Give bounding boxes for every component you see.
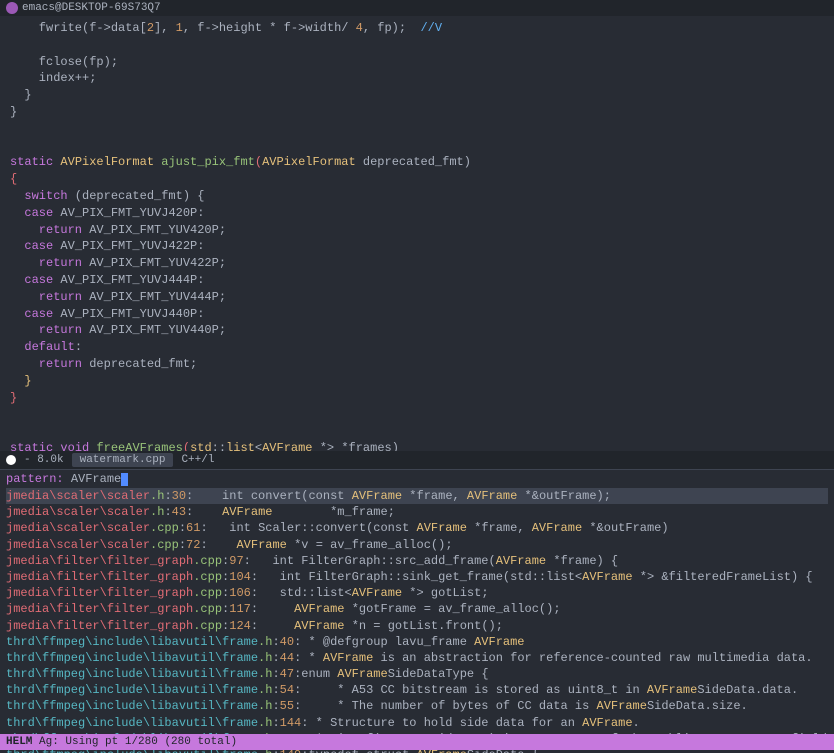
result-row[interactable]: jmedia\filter\filter_graph.cpp:117: AVFr… <box>6 601 828 617</box>
result-row[interactable]: thrd\ffmpeg\include\libavutil\frame.h:47… <box>6 666 828 682</box>
result-row[interactable]: jmedia\filter\filter_graph.cpp:97: int F… <box>6 553 828 569</box>
result-position: 1/280 (280 total) <box>125 736 237 748</box>
buffer-status-icon <box>6 455 16 465</box>
editor-area[interactable]: fwrite(f->data[2], 1, f->height * f->wid… <box>0 16 834 451</box>
filename-tab[interactable]: watermark.cpp <box>72 453 174 467</box>
results-list[interactable]: jmedia\scaler\scaler.h:30: int convert(c… <box>0 488 834 753</box>
result-row[interactable]: jmedia\filter\filter_graph.cpp:106: std:… <box>6 585 828 601</box>
titlebar: emacs@DESKTOP-69S73Q7 <box>0 0 834 16</box>
result-row[interactable]: jmedia\filter\filter_graph.cpp:124: AVFr… <box>6 618 828 634</box>
emacs-icon <box>6 2 18 14</box>
result-row[interactable]: thrd\ffmpeg\include\libavutil\frame.h:40… <box>6 634 828 650</box>
helm-search-panel: pattern: AVFrame jmedia\scaler\scaler.h:… <box>0 470 834 753</box>
pattern-prompt: pattern: AVFrame <box>0 470 834 488</box>
result-row[interactable]: thrd\ffmpeg\include\libavutil\frame.h:54… <box>6 682 828 698</box>
result-row[interactable]: jmedia\filter\filter_graph.cpp:104: int … <box>6 569 828 585</box>
result-row[interactable]: jmedia\scaler\scaler.cpp:72: AVFrame *v … <box>6 537 828 553</box>
result-row[interactable]: thrd\ffmpeg\include\libavutil\frame.h:55… <box>6 698 828 714</box>
helm-label: HELM <box>6 736 32 748</box>
file-size: - 8.0k <box>24 454 64 466</box>
helm-mode: Ag: Using pt <box>39 736 118 748</box>
result-row[interactable]: jmedia\scaler\scaler.h:30: int convert(c… <box>6 488 828 504</box>
cursor-icon <box>121 473 128 486</box>
result-row[interactable]: jmedia\scaler\scaler.cpp:61: int Scaler:… <box>6 520 828 536</box>
major-mode: C++/l <box>181 454 214 466</box>
result-row[interactable]: thrd\ffmpeg\include\libavutil\frame.h:44… <box>6 650 828 666</box>
result-row[interactable]: jmedia\scaler\scaler.h:43: AVFrame *m_fr… <box>6 504 828 520</box>
pattern-input[interactable]: AVFrame <box>71 472 121 486</box>
result-row[interactable]: thrd\ffmpeg\include\libavutil\frame.h:14… <box>6 715 828 731</box>
modeline: - 8.0k watermark.cpp C++/l <box>0 451 834 470</box>
statusbar: HELM Ag: Using pt 1/280 (280 total) <box>0 734 834 750</box>
window-title: emacs@DESKTOP-69S73Q7 <box>22 2 161 14</box>
